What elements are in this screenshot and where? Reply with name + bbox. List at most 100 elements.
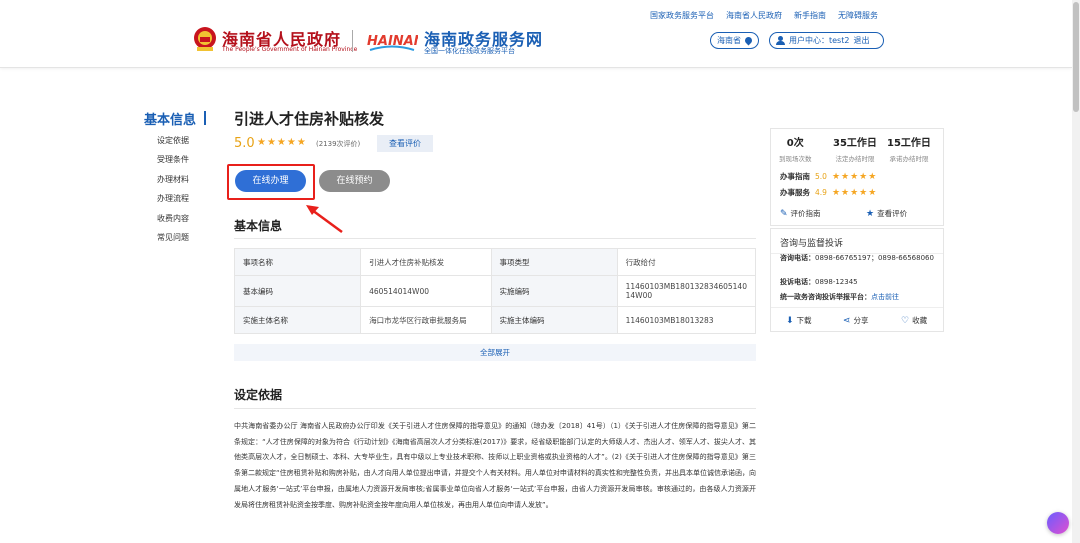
consult-phone-row: 咨询电话：0898-66765197；0898-66568060 [780,253,940,263]
nav-item-fees[interactable]: 收费内容 [157,214,189,233]
region-selector[interactable]: 海南省 [710,32,759,49]
guide-rating-row: 办事指南 5.0 ★★★★★ [780,171,877,182]
nav-item-process[interactable]: 办理流程 [157,194,189,213]
user-center-label[interactable]: 用户中心：test2 [789,35,849,46]
favorite-label: 收藏 [912,316,928,325]
favorite-button[interactable]: ♡ 收藏 [901,315,927,326]
highlight-annotation-box [227,164,315,200]
stat-value: 35工作日 [833,138,877,149]
table-value: 海口市龙华区行政审批服务局 [360,306,492,334]
guide-rating-label: 办事指南 [780,172,810,181]
rating-score: 5.0 [234,136,255,151]
consult-phone-label: 咨询电话： [780,254,815,262]
top-link-beginner-guide[interactable]: 新手指南 [794,10,826,21]
platform-link[interactable]: 点击前往 [871,293,899,301]
stats-panel: 0次 到现场次数 35工作日 法定办结时限 15工作日 承诺办结时限 办事指南 … [770,128,944,226]
consult-phone: 0898-66765197；0898-66568060 [815,254,934,262]
service-rating-score: 4.9 [815,188,827,197]
section-divider [234,408,756,409]
top-link-national-platform[interactable]: 国家政务服务平台 [650,10,714,21]
annotation-arrow-icon [306,205,343,234]
table-key: 实施编码 [490,275,618,307]
page-scrollbar[interactable] [1072,0,1080,543]
section-title-basic-info: 基本信息 [234,219,283,233]
table-value: 引进人才住房补贴核发 [360,248,492,276]
stat-visit-count: 0次 到现场次数 [779,134,812,163]
logout-link[interactable]: 退出 [853,35,869,46]
location-pin-icon [743,35,754,46]
stat-label: 法定办结时限 [835,155,875,163]
page-title: 引进人才住房补贴核发 [234,110,385,128]
gov-subtitle: The People's Government of Hainan Provin… [222,46,358,53]
nav-active-indicator [204,111,206,125]
platform-row: 统一政务咨询投诉举报平台：点击前往 [780,292,940,302]
download-label: 下载 [796,316,812,325]
region-label: 海南省 [717,36,741,45]
assistant-float-icon[interactable] [1047,512,1069,534]
evaluate-guide-link[interactable]: ✎ 评价指南 [780,208,821,219]
nav-item-materials[interactable]: 办理材料 [157,175,189,194]
online-booking-button[interactable]: 在线预约 [319,170,390,192]
side-nav: 设定依据 受理条件 办理材料 办理流程 收费内容 常见问题 [157,136,189,252]
table-key: 实施主体名称 [233,306,362,334]
table-row: 实施主体名称 海口市龙华区行政审批服务局 实施主体编码 11460103MB18… [233,306,757,334]
stat-value: 15工作日 [887,138,931,149]
table-row: 事项名称 引进人才住房补贴核发 事项类型 行政给付 [233,248,757,276]
nav-item-faq[interactable]: 常见问题 [157,233,189,252]
section-divider [234,238,756,239]
download-button[interactable]: ⬇ 下载 [786,315,812,326]
platform-label: 统一政务咨询投诉举报平台： [780,293,871,301]
nav-item-conditions[interactable]: 受理条件 [157,155,189,174]
national-emblem-icon [194,27,216,51]
evaluate-guide-label: 评价指南 [790,209,821,218]
expand-all-button[interactable]: 全部展开 [234,344,756,361]
view-evaluation-label: 查看评价 [877,209,908,218]
share-label: 分享 [853,316,869,325]
heart-icon: ♡ [901,315,910,326]
service-rating-row: 办事服务 4.9 ★★★★★ [780,187,877,198]
stat-label: 承诺办结时限 [889,155,929,163]
service-subtitle: 全国一体化在线政务服务平台 [424,47,515,55]
star-icon: ★ [866,208,875,219]
user-center[interactable]: 用户中心：test2 退出 [769,32,884,49]
site-header: 海南省人民政府 The People's Government of Haina… [0,0,1072,68]
view-evaluation-link[interactable]: ★ 查看评价 [866,208,907,219]
stat-label: 到现场次数 [779,155,812,163]
hainan-logo-icon: HAINAN [367,34,418,51]
scrollbar-thumb[interactable] [1073,2,1079,112]
nav-item-basis[interactable]: 设定依据 [157,136,189,155]
stat-value: 0次 [786,138,804,149]
section-title-basis: 设定依据 [234,388,283,402]
table-value: 11460103MB180132834605140 14W00 [616,275,757,307]
consult-panel: 咨询与监督投诉 咨询电话：0898-66765197；0898-66568060… [770,228,944,332]
table-row: 基本编码 460514014W00 实施编码 11460103MB1801328… [233,275,757,307]
table-key: 实施主体编码 [490,306,618,334]
table-key: 基本编码 [233,275,362,307]
guide-rating-score: 5.0 [815,172,827,181]
rating-stars-icon: ★★★★★ [257,137,307,148]
nav-title[interactable]: 基本信息 [144,109,196,128]
table-key: 事项类型 [490,248,618,276]
edit-icon: ✎ [780,208,788,219]
consult-title: 咨询与监督投诉 [780,239,844,249]
panel-divider [771,307,943,308]
complaint-phone-row: 投诉电话：0898-12345 [780,277,940,287]
top-links: 国家政务服务平台 海南省人民政府 新手指南 无障碍服务 [650,10,878,21]
table-key: 事项名称 [233,248,362,276]
view-evaluation-button[interactable]: 查看评价 [377,135,433,152]
top-link-accessibility[interactable]: 无障碍服务 [838,10,878,21]
download-icon: ⬇ [786,315,794,326]
top-link-hainan-gov[interactable]: 海南省人民政府 [726,10,782,21]
basic-info-table: 事项名称 引进人才住房补贴核发 事项类型 行政给付 基本编码 460514014… [233,248,757,334]
table-value: 11460103MB18013283 [616,306,757,334]
basis-text: 中共海南省委办公厅 海南省人民政府办公厅印发《关于引进人才住房保障的指导意见》的… [234,422,756,509]
complaint-phone-label: 投诉电话： [780,278,815,286]
user-icon [776,36,785,45]
rating-count: (2139次评价) [316,140,361,148]
stat-legal-limit: 35工作日 法定办结时限 [833,134,877,163]
stat-promised-limit: 15工作日 承诺办结时限 [887,134,931,163]
service-rating-label: 办事服务 [780,188,810,197]
header-divider [352,30,353,52]
share-button[interactable]: ⋖ 分享 [843,315,869,326]
service-stars-icon: ★★★★★ [831,187,878,198]
